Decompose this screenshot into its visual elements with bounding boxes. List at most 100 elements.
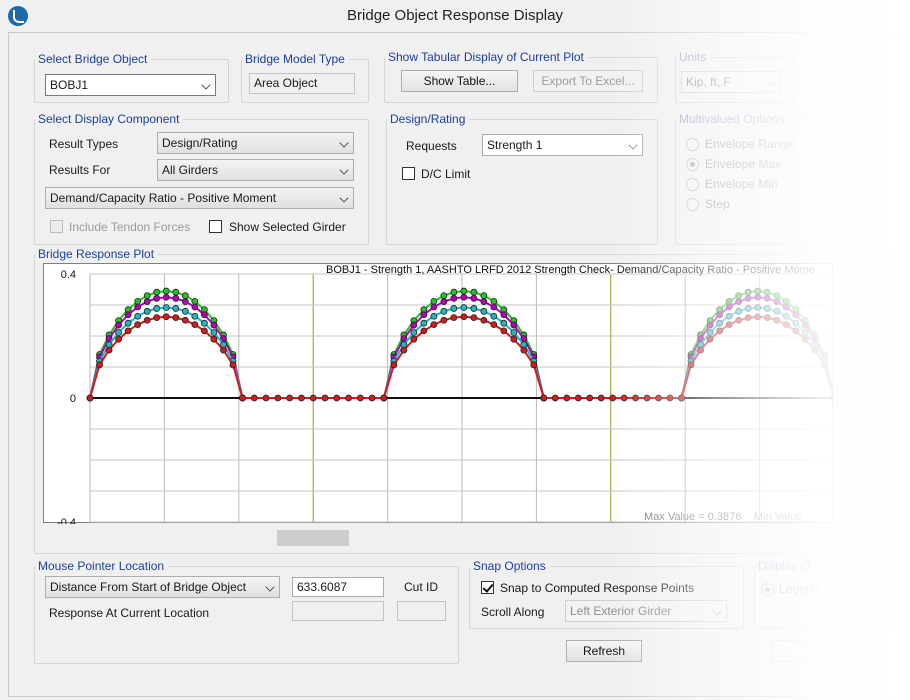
data-point: [210, 321, 218, 329]
data-point: [782, 297, 790, 305]
design-rating-label: Design/Rating: [387, 112, 470, 126]
response-label: Response At Current Location: [49, 606, 210, 620]
bridge-object-select[interactable]: BOBJ1: [45, 74, 216, 96]
series-line-peak-1-1: [382, 296, 545, 399]
data-point: [725, 303, 733, 311]
data-point: [716, 327, 724, 335]
envelope-min-radio[interactable]: [686, 178, 699, 191]
requests-value: Strength 1: [487, 138, 543, 152]
data-point: [210, 335, 218, 343]
step-radio[interactable]: [686, 198, 699, 211]
data-point: [802, 329, 809, 336]
include-tendon-checkbox[interactable]: [50, 220, 63, 233]
snap-checkbox[interactable]: [481, 581, 494, 594]
data-point: [239, 394, 246, 402]
data-point: [134, 303, 142, 311]
step-label: Step: [705, 197, 730, 211]
data-point: [191, 321, 199, 329]
data-point: [172, 305, 180, 312]
export-to-excel-button[interactable]: Export To Excel...: [533, 70, 643, 92]
y-tick-label: -0.4: [57, 517, 76, 524]
envelope-max-radio[interactable]: [686, 158, 699, 171]
data-point: [181, 316, 189, 324]
data-point: [124, 327, 132, 335]
data-point: [754, 293, 762, 301]
data-point: [470, 294, 478, 302]
data-point: [200, 319, 208, 327]
data-point: [744, 314, 752, 322]
data-point: [460, 293, 468, 301]
data-point: [754, 304, 762, 311]
data-point: [490, 312, 498, 320]
component-select[interactable]: Demand/Capacity Ratio - Positive Moment: [45, 187, 354, 209]
data-point: [530, 361, 538, 369]
max-value-label: Max Value = 0.3876: [644, 511, 741, 523]
bridge-model-type-label: Bridge Model Type: [242, 52, 349, 66]
series-line-peak-0-2: [89, 306, 244, 399]
data-point: [655, 394, 662, 402]
data-point: [586, 394, 594, 402]
plot-scrollbar-thumb[interactable]: [277, 530, 349, 546]
data-point: [420, 319, 428, 327]
data-point: [229, 361, 237, 369]
data-point: [792, 327, 800, 335]
scroll-along-value: Left Exterior Girder: [570, 604, 672, 618]
data-point: [430, 312, 438, 320]
data-point: [725, 297, 733, 305]
data-point: [162, 304, 170, 311]
title-bar: Bridge Object Response Display: [0, 0, 910, 32]
data-point: [450, 305, 458, 312]
envelope-range-label: Envelope Range: [705, 137, 794, 151]
data-point: [706, 321, 714, 329]
chevron-down-icon: [339, 193, 349, 203]
results-for-label: Results For: [49, 163, 111, 177]
data-point: [153, 288, 161, 296]
data-point: [440, 316, 448, 324]
distance-option-select[interactable]: Distance From Start of Bridge Object: [45, 576, 280, 598]
data-point: [763, 314, 771, 322]
data-point: [744, 294, 752, 302]
data-point: [153, 305, 161, 312]
legend-radio[interactable]: [761, 583, 774, 596]
data-point: [200, 327, 208, 335]
data-point: [763, 294, 771, 302]
distance-input[interactable]: 633.6087: [292, 577, 384, 597]
requests-select[interactable]: Strength 1: [482, 134, 643, 156]
chevron-down-icon: [712, 606, 722, 616]
data-point: [380, 394, 388, 402]
envelope-range-radio[interactable]: [686, 138, 699, 151]
data-point: [191, 303, 199, 311]
show-table-button[interactable]: Show Table...: [401, 70, 518, 92]
snap-label: Snap to Computed Response Points: [500, 581, 695, 595]
close-button[interactable]: [771, 640, 847, 662]
data-point: [632, 394, 639, 402]
scroll-along-select[interactable]: Left Exterior Girder: [565, 600, 727, 622]
data-point: [440, 298, 448, 305]
data-point: [181, 307, 189, 315]
show-selected-girder-checkbox[interactable]: [209, 220, 222, 233]
data-point: [345, 394, 352, 402]
data-point: [470, 305, 478, 312]
series-line-peak-2-1: [680, 296, 835, 399]
data-point: [725, 312, 733, 320]
data-point: [811, 346, 819, 354]
data-point: [430, 321, 438, 329]
data-point: [191, 297, 199, 305]
cut-id-field: [397, 601, 446, 621]
refresh-button[interactable]: Refresh: [566, 640, 642, 662]
dc-limit-checkbox[interactable]: [402, 167, 415, 180]
results-for-select[interactable]: All Girders: [157, 159, 354, 181]
data-point: [274, 394, 282, 402]
data-point: [500, 311, 508, 319]
component-value: Demand/Capacity Ratio - Positive Moment: [50, 191, 277, 205]
data-point: [782, 312, 790, 320]
units-select[interactable]: Kip, ft, F: [681, 71, 781, 93]
result-types-select[interactable]: Design/Rating: [157, 132, 354, 154]
mouse-pointer-label: Mouse Pointer Location: [35, 559, 169, 573]
data-point: [490, 297, 498, 305]
response-plot-area[interactable]: 0.4 0 -0.4 BOBJ1 - Strength 1, AASHTO LRFD …: [43, 263, 838, 529]
data-point: [153, 314, 161, 322]
dc-limit-label: D/C Limit: [421, 167, 471, 181]
series-line-peak-0-1: [89, 296, 244, 399]
results-for-value: All Girders: [162, 163, 219, 177]
